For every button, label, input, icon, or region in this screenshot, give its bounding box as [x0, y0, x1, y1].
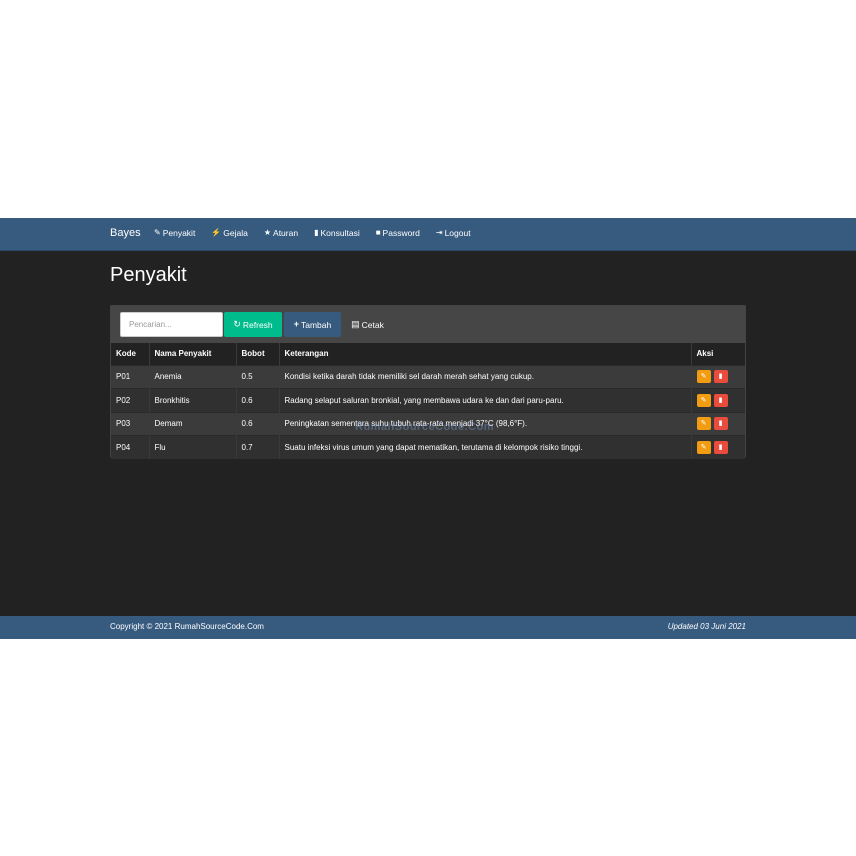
pin-icon: ✎ — [154, 228, 161, 237]
print-icon: ▤ — [351, 319, 360, 329]
nav-item-aturan[interactable]: ★ Aturan — [264, 228, 298, 238]
print-button[interactable]: ▤ Cetak — [345, 312, 390, 337]
table-row: P01 Anemia 0.5 Kondisi ketika darah tida… — [111, 364, 745, 389]
add-button[interactable]: + Tambah — [284, 312, 341, 337]
cell-aksi: ✎ ▮ — [691, 435, 745, 459]
header-aksi: Aksi — [691, 343, 745, 365]
cell-bobot: 0.7 — [236, 435, 280, 459]
cell-keterangan: Radang selaput saluran bronkial, yang me… — [279, 388, 692, 412]
nav-item-konsultasi[interactable]: ▮ Konsultasi — [314, 228, 360, 238]
nav-item-penyakit[interactable]: ✎ Penyakit — [154, 228, 195, 238]
star-icon: ★ — [263, 228, 272, 237]
cell-nama: Anemia — [149, 364, 237, 389]
edit-button[interactable]: ✎ — [696, 417, 711, 431]
edit-button[interactable]: ✎ — [696, 393, 711, 407]
cell-keterangan: Kondisi ketika darah tidak memiliki sel … — [279, 364, 692, 389]
nav-item-gejala[interactable]: ⚡ Gejala — [211, 228, 248, 238]
refresh-label: Refresh — [242, 319, 273, 330]
delete-button[interactable]: ▮ — [713, 441, 728, 454]
footer-copyright: Copyright © 2021 RumahSourceCode.Com — [110, 622, 264, 631]
trash-icon: ▮ — [718, 444, 723, 451]
cell-aksi: ✎ ▮ — [691, 388, 745, 412]
header-nama: Nama Penyakit — [149, 343, 237, 365]
plus-icon: + — [293, 319, 299, 329]
refresh-icon: ↻ — [233, 319, 241, 329]
brand-link[interactable]: Bayes — [110, 227, 141, 239]
nav-item-label: Password — [382, 228, 420, 238]
delete-button[interactable]: ▮ — [713, 370, 728, 384]
cell-bobot: 0.5 — [236, 364, 280, 389]
refresh-button[interactable]: ↻ Refresh — [224, 312, 282, 337]
edit-button[interactable]: ✎ — [696, 370, 711, 384]
penyakit-panel: ↻ Refresh + Tambah ▤ Cetak Ko — [110, 305, 746, 459]
cell-kode: P04 — [111, 435, 150, 459]
footer: Copyright © 2021 RumahSourceCode.Com Upd… — [0, 616, 856, 639]
nav-item-label: Penyakit — [162, 228, 196, 238]
nav-item-label: Gejala — [223, 228, 248, 238]
cell-keterangan: Suatu infeksi virus umum yang dapat mema… — [279, 435, 692, 459]
nav-item-label: Aturan — [273, 228, 299, 238]
cell-aksi: ✎ ▮ — [691, 364, 745, 389]
trash-icon: ▮ — [718, 420, 723, 428]
nav-item-logout[interactable]: ⇥ Logout — [436, 228, 471, 238]
table-row: P03 Demam 0.6 Peningkatan sementara suhu… — [111, 411, 745, 436]
table-row: P04 Flu 0.7 Suatu infeksi virus umum yan… — [111, 435, 745, 459]
cell-keterangan: Peningkatan sementara suhu tubuh rata-ra… — [279, 411, 692, 436]
edit-icon: ✎ — [700, 444, 707, 451]
cell-bobot: 0.6 — [236, 411, 280, 436]
app-frame: Bayes ✎ Penyakit ⚡ Gejala ★ Aturan ▮ Kon… — [0, 218, 856, 639]
penyakit-table: Kode Nama Penyakit Bobot Keterangan Aksi… — [111, 343, 745, 459]
footer-updated: Updated 03 Juni 2021 — [667, 622, 746, 631]
search-input[interactable] — [120, 312, 223, 337]
panel-toolbar: ↻ Refresh + Tambah ▤ Cetak — [111, 306, 745, 343]
edit-icon: ✎ — [700, 373, 707, 381]
cell-kode: P02 — [111, 388, 150, 412]
logout-icon: ⇥ — [435, 228, 443, 237]
cell-nama: Flu — [149, 435, 237, 459]
delete-button[interactable]: ▮ — [713, 393, 728, 407]
nav-item-label: Logout — [444, 228, 471, 238]
header-keterangan: Keterangan — [279, 343, 692, 365]
cell-nama: Demam — [149, 411, 237, 436]
nav-menu: ✎ Penyakit ⚡ Gejala ★ Aturan ▮ Konsultas… — [154, 228, 487, 238]
edit-button[interactable]: ✎ — [696, 441, 711, 454]
cell-nama: Bronkhitis — [149, 388, 237, 412]
delete-button[interactable]: ▮ — [713, 417, 728, 431]
edit-icon: ✎ — [700, 396, 707, 404]
page-title: Penyakit — [110, 264, 187, 286]
trash-icon: ▮ — [718, 373, 723, 381]
cell-aksi: ✎ ▮ — [691, 411, 745, 436]
print-label: Cetak — [361, 319, 384, 330]
edit-icon: ✎ — [700, 420, 707, 428]
cell-bobot: 0.6 — [236, 388, 280, 412]
lock-icon: ■ — [375, 228, 381, 237]
header-kode: Kode — [111, 343, 150, 365]
navbar: Bayes ✎ Penyakit ⚡ Gejala ★ Aturan ▮ Kon… — [0, 218, 856, 251]
add-label: Tambah — [301, 319, 332, 330]
nav-item-label: Konsultasi — [320, 228, 360, 238]
table-header-row: Kode Nama Penyakit Bobot Keterangan Aksi — [111, 343, 745, 365]
nav-item-password[interactable]: ■ Password — [376, 228, 420, 238]
table-row: P02 Bronkhitis 0.6 Radang selaput salura… — [111, 388, 745, 412]
cell-kode: P03 — [111, 411, 150, 436]
header-bobot: Bobot — [236, 343, 280, 365]
flash-icon: ⚡ — [211, 228, 222, 237]
trash-icon: ▮ — [718, 396, 723, 404]
cell-kode: P01 — [111, 364, 150, 389]
stats-icon: ▮ — [314, 228, 319, 237]
